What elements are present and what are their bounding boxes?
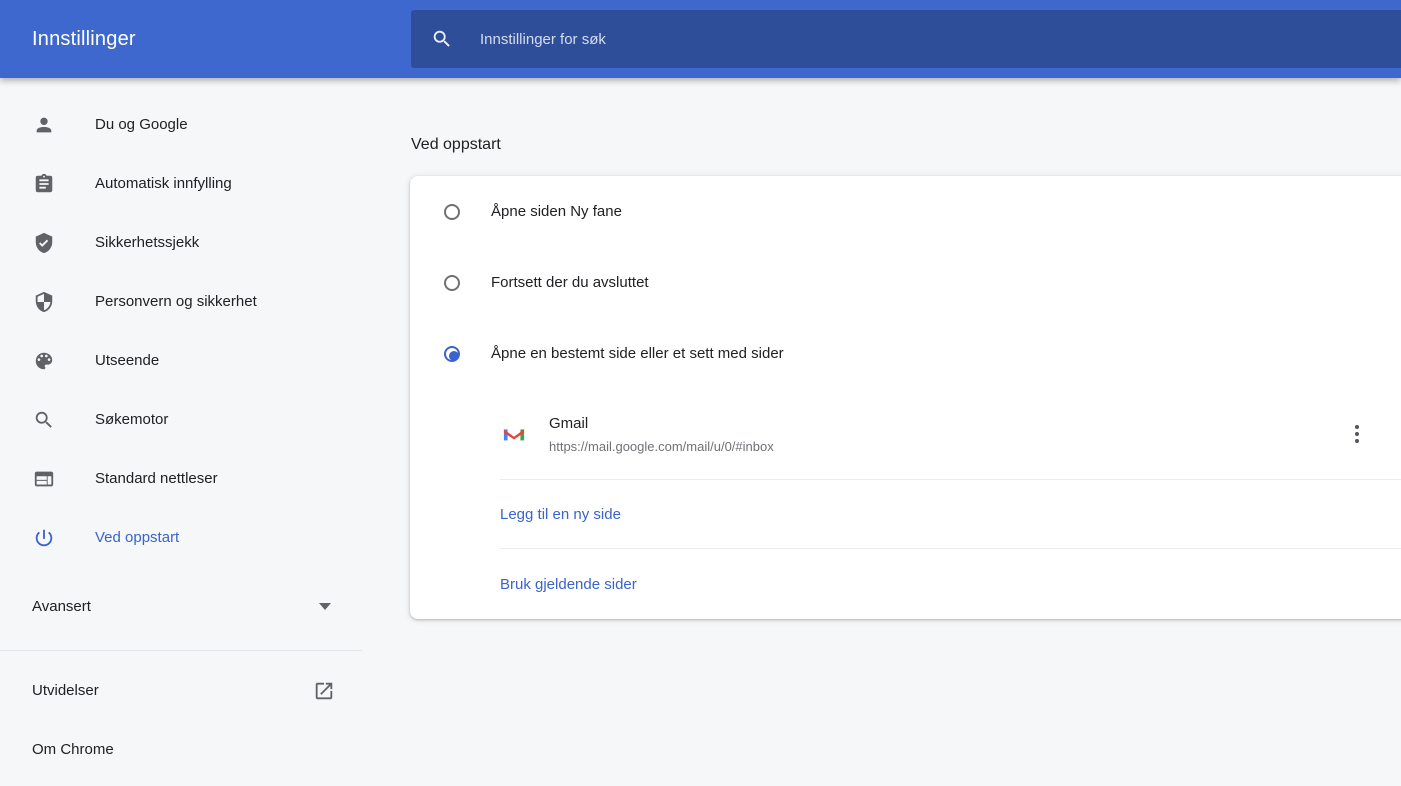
palette-icon: [33, 350, 55, 372]
settings-header: Innstillinger: [0, 0, 1401, 78]
radio-button-icon[interactable]: [444, 274, 460, 291]
use-current-pages-button[interactable]: Bruk gjeldende sider: [410, 549, 1401, 619]
search-icon: [33, 409, 55, 431]
add-new-page-button[interactable]: Legg til en ny side: [410, 480, 1401, 548]
autofill-icon: [33, 173, 55, 195]
radio-button-icon[interactable]: [444, 345, 460, 362]
about-chrome-label: Om Chrome: [32, 741, 114, 758]
chevron-down-icon: [319, 603, 331, 610]
sidebar-item-label: Utseende: [95, 352, 160, 369]
sidebar-divider: [0, 650, 362, 651]
sidebar-item-extensions[interactable]: Utvidelser: [0, 661, 362, 720]
radio-label: Fortsett der du avsluttet: [491, 274, 649, 291]
startup-page-name: Gmail: [549, 414, 589, 432]
sidebar-item-advanced[interactable]: Avansert: [0, 577, 362, 636]
person-icon: [33, 114, 55, 136]
sidebar-item-label: Personvern og sikkerhet: [95, 293, 257, 310]
sidebar-item-default-browser[interactable]: Standard nettleser: [0, 449, 362, 508]
sidebar-item-autofill[interactable]: Automatisk innfylling: [0, 154, 362, 213]
radio-button-icon[interactable]: [444, 203, 460, 220]
radio-option-open-specific[interactable]: Åpne en bestemt side eller et sett med s…: [410, 318, 1401, 389]
search-input[interactable]: [480, 30, 1080, 48]
sidebar-item-appearance[interactable]: Utseende: [0, 331, 362, 390]
advanced-label: Avansert: [32, 598, 91, 615]
page-title: Innstillinger: [32, 27, 136, 50]
settings-main: Ved oppstart Åpne siden Ny fane Fortsett…: [362, 78, 1401, 786]
startup-page-row: Gmail https://mail.google.com/mail/u/0/#…: [410, 389, 1401, 479]
sidebar-item-label: Du og Google: [95, 116, 188, 133]
radio-label: Åpne siden Ny fane: [491, 203, 622, 220]
sidebar-item-label: Automatisk innfylling: [95, 175, 232, 192]
add-new-page-label: Legg til en ny side: [500, 505, 621, 523]
sidebar-item-privacy[interactable]: Personvern og sikkerhet: [0, 272, 362, 331]
sidebar-item-label: Ved oppstart: [95, 529, 180, 546]
sidebar-item-label: Sikkerhetssjekk: [95, 234, 200, 251]
settings-sidebar: Du og Google Automatisk innfylling Sikke…: [0, 78, 362, 786]
extensions-label: Utvidelser: [32, 682, 99, 699]
more-options-button[interactable]: [1345, 422, 1369, 446]
power-icon: [33, 527, 55, 549]
radio-label: Åpne en bestemt side eller et sett med s…: [491, 345, 784, 362]
sidebar-item-label: Standard nettleser: [95, 470, 218, 487]
sidebar-item-label: Søkemotor: [95, 411, 169, 428]
startup-page-url: https://mail.google.com/mail/u/0/#inbox: [549, 438, 774, 454]
safety-check-icon: [33, 232, 55, 254]
gmail-icon: [503, 425, 525, 443]
sidebar-item-about-chrome[interactable]: Om Chrome: [0, 720, 362, 779]
settings-search-box[interactable]: [411, 10, 1401, 68]
section-title: Ved oppstart: [411, 136, 501, 153]
on-startup-card: Åpne siden Ny fane Fortsett der du avslu…: [410, 176, 1401, 619]
use-current-pages-label: Bruk gjeldende sider: [500, 575, 637, 593]
sidebar-item-on-startup[interactable]: Ved oppstart: [0, 508, 362, 567]
privacy-shield-icon: [33, 291, 55, 313]
search-icon: [431, 28, 453, 50]
open-in-new-icon: [313, 680, 335, 702]
radio-option-new-tab[interactable]: Åpne siden Ny fane: [410, 176, 1401, 247]
browser-icon: [33, 468, 55, 490]
radio-option-continue[interactable]: Fortsett der du avsluttet: [410, 247, 1401, 318]
sidebar-item-search-engine[interactable]: Søkemotor: [0, 390, 362, 449]
sidebar-item-you-and-google[interactable]: Du og Google: [0, 95, 362, 154]
sidebar-item-safety-check[interactable]: Sikkerhetssjekk: [0, 213, 362, 272]
